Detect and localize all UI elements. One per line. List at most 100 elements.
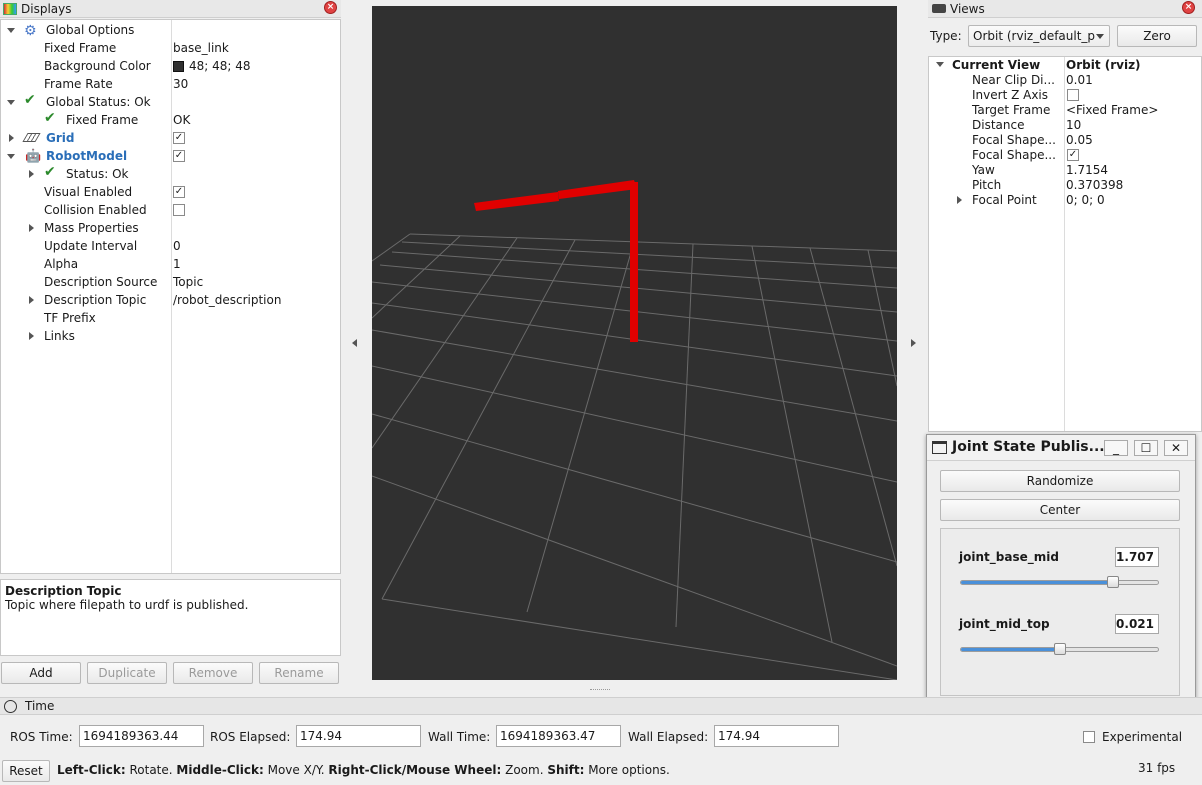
tree-value[interactable]: 30 (173, 77, 188, 91)
collapse-arrow-icon[interactable] (29, 224, 34, 232)
focal-shape-checkbox[interactable]: ✓ (1067, 148, 1079, 161)
add-button[interactable]: Add (1, 662, 81, 684)
tree-value[interactable]: 0; 0; 0 (1066, 193, 1105, 207)
tree-row-alpha[interactable]: Alpha 1 (1, 255, 340, 273)
tree-row-focal-shape-fixed[interactable]: Focal Shape... ✓ (929, 147, 1201, 162)
slider-handle[interactable] (1053, 643, 1066, 655)
tree-row-frame-rate[interactable]: Frame Rate 30 (1, 75, 340, 93)
tree-row-global-options[interactable]: ⚙ Global Options (1, 21, 340, 39)
tree-row-status-fixed-frame[interactable]: ✔ Fixed Frame OK (1, 110, 340, 129)
remove-button[interactable]: Remove (173, 662, 253, 684)
tree-row-links[interactable]: Links (1, 327, 340, 345)
zero-button[interactable]: Zero (1117, 25, 1197, 47)
robotmodel-enabled-checkbox[interactable]: ✓ (173, 150, 185, 162)
tree-row-update-interval[interactable]: Update Interval 0 (1, 237, 340, 255)
tree-row-robot-status[interactable]: ✔ Status: Ok (1, 164, 340, 183)
reset-button[interactable]: Reset (2, 760, 50, 782)
checkbox[interactable]: ✓ (173, 150, 185, 162)
tree-value[interactable]: <Fixed Frame> (1066, 103, 1158, 117)
render-viewport[interactable] (372, 6, 897, 680)
joint-slider[interactable] (960, 580, 1159, 585)
displays-tree[interactable]: ⚙ Global Options Fixed Frame base_link B… (0, 19, 341, 574)
tree-row-robotmodel[interactable]: 🤖 RobotModel ✓ (1, 147, 340, 165)
expand-arrow-icon[interactable] (7, 154, 15, 159)
tree-row-grid[interactable]: Grid ✓ (1, 129, 340, 147)
tree-row-description-source[interactable]: Description Source Topic (1, 273, 340, 291)
collapse-right-icon[interactable] (911, 339, 916, 347)
randomize-button[interactable]: Randomize (940, 470, 1180, 492)
view-type-select[interactable]: Orbit (rviz_default_p (968, 25, 1110, 47)
joint-state-publisher-window[interactable]: Joint State Publis... _ ☐ ✕ Randomize Ce… (926, 434, 1196, 710)
collision-enabled-checkbox[interactable] (173, 204, 185, 216)
tree-value[interactable]: 0 (173, 239, 181, 253)
tree-value[interactable]: 0.05 (1066, 133, 1093, 147)
tree-row-mass-properties[interactable]: Mass Properties (1, 219, 340, 237)
tree-value[interactable]: 1.7154 (1066, 163, 1108, 177)
tree-row-global-status[interactable]: ✔ Global Status: Ok (1, 92, 340, 111)
tree-value[interactable]: Topic (173, 275, 203, 289)
window-titlebar[interactable]: Joint State Publis... _ ☐ ✕ (927, 435, 1195, 461)
expand-arrow-icon[interactable] (7, 28, 15, 33)
minimize-icon[interactable]: _ (1104, 440, 1128, 456)
checkbox[interactable] (1067, 88, 1079, 101)
tree-value[interactable]: 10 (1066, 118, 1081, 132)
tree-row-yaw[interactable]: Yaw 1.7154 (929, 162, 1201, 177)
tree-value[interactable]: 0.01 (1066, 73, 1093, 87)
duplicate-button[interactable]: Duplicate (87, 662, 167, 684)
close-icon[interactable]: × (1182, 1, 1195, 14)
window-title: Joint State Publis... (952, 439, 1105, 455)
checkbox[interactable] (173, 204, 185, 216)
checkbox[interactable]: ✓ (1067, 148, 1079, 161)
ros-time-field[interactable]: 1694189363.44 (79, 725, 204, 747)
ros-elapsed-field[interactable]: 174.94 (296, 725, 421, 747)
collapse-arrow-icon[interactable] (29, 332, 34, 340)
tree-row-current-view[interactable]: Current View Orbit (rviz) (929, 57, 1201, 72)
tree-row-focal-shape-size[interactable]: Focal Shape... 0.05 (929, 132, 1201, 147)
expand-arrow-icon[interactable] (7, 100, 15, 105)
experimental-checkbox[interactable] (1083, 731, 1095, 743)
close-icon[interactable]: ✕ (1164, 440, 1188, 456)
slider-handle[interactable] (1107, 576, 1120, 588)
tree-row-invert-z[interactable]: Invert Z Axis (929, 87, 1201, 102)
tree-row-background-color[interactable]: Background Color 48; 48; 48 (1, 57, 340, 75)
joint-value-input[interactable]: 0.021 (1115, 614, 1159, 634)
splitter-handle[interactable] (590, 689, 610, 692)
rename-button[interactable]: Rename (259, 662, 339, 684)
tree-value[interactable]: 0.370398 (1066, 178, 1123, 192)
collapse-arrow-icon[interactable] (29, 170, 34, 178)
views-tree[interactable]: Current View Orbit (rviz) Near Clip Di..… (928, 56, 1202, 432)
tree-row-distance[interactable]: Distance 10 (929, 117, 1201, 132)
invert-z-checkbox[interactable] (1067, 88, 1079, 101)
collapse-arrow-icon[interactable] (9, 134, 14, 142)
tree-row-collision-enabled[interactable]: Collision Enabled (1, 201, 340, 219)
collapse-left-icon[interactable] (352, 339, 357, 347)
tree-row-tf-prefix[interactable]: TF Prefix (1, 309, 340, 327)
joint-value-input[interactable]: 1.707 (1115, 547, 1159, 567)
tree-row-description-topic[interactable]: Description Topic /robot_description (1, 291, 340, 309)
scene-svg[interactable] (372, 6, 897, 680)
color-swatch[interactable] (173, 60, 184, 72)
center-button[interactable]: Center (940, 499, 1180, 521)
tree-row-pitch[interactable]: Pitch 0.370398 (929, 177, 1201, 192)
wall-time-field[interactable]: 1694189363.47 (496, 725, 621, 747)
maximize-icon[interactable]: ☐ (1134, 440, 1158, 456)
tree-value[interactable]: /robot_description (173, 293, 281, 307)
tree-row-near-clip[interactable]: Near Clip Di... 0.01 (929, 72, 1201, 87)
tree-row-visual-enabled[interactable]: Visual Enabled ✓ (1, 183, 340, 201)
visual-enabled-checkbox[interactable]: ✓ (173, 186, 185, 198)
checkbox[interactable]: ✓ (173, 132, 185, 144)
collapse-arrow-icon[interactable] (29, 296, 34, 304)
tree-value[interactable]: base_link (173, 41, 229, 55)
collapse-arrow-icon[interactable] (957, 196, 962, 204)
wall-elapsed-field[interactable]: 174.94 (714, 725, 839, 747)
tree-value[interactable]: 1 (173, 257, 181, 271)
tree-row-focal-point[interactable]: Focal Point 0; 0; 0 (929, 192, 1201, 207)
tree-value-color[interactable]: 48; 48; 48 (173, 59, 251, 73)
checkbox[interactable]: ✓ (173, 186, 185, 198)
expand-arrow-icon[interactable] (936, 62, 944, 67)
displays-header: Displays × (0, 0, 341, 18)
tree-row-fixed-frame[interactable]: Fixed Frame base_link (1, 39, 340, 57)
grid-enabled-checkbox[interactable]: ✓ (173, 132, 185, 144)
tree-row-target-frame[interactable]: Target Frame <Fixed Frame> (929, 102, 1201, 117)
close-icon[interactable]: × (324, 1, 337, 14)
